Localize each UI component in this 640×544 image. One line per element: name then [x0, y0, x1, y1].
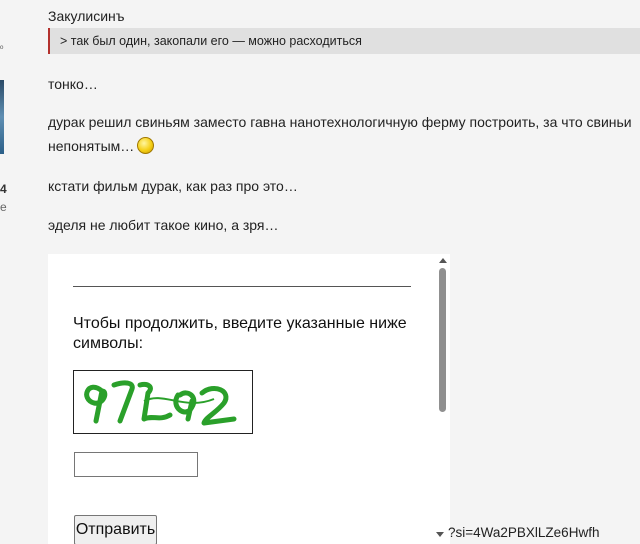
submit-button[interactable]: Отправить — [74, 515, 157, 544]
scrollbar[interactable] — [436, 254, 450, 544]
scrollbar-thumb[interactable] — [439, 268, 446, 412]
captcha-input[interactable] — [74, 452, 198, 477]
captcha-prompt: Чтобы продолжить, введите указанные ниже… — [73, 315, 407, 352]
message-line: кстати фильм дурак, как раз про это… — [48, 178, 298, 194]
message-text: непонятым… — [48, 138, 135, 154]
url-text: ?si=4Wa2PBXlLZe6Hwfh — [448, 525, 600, 540]
smiley-icon — [137, 137, 155, 154]
message-line: дурак решил свиньям заместо гавна наноте… — [48, 114, 632, 130]
sidebar-count: 4 — [0, 182, 7, 196]
message-line: тонко… — [48, 76, 98, 92]
post-author[interactable]: Закулисинъ — [48, 8, 125, 24]
captcha-frame: Чтобы продолжить, введите указанные ниже… — [48, 254, 450, 544]
divider — [73, 286, 411, 287]
quote-block: > так был один, закопали его — можно рас… — [48, 28, 640, 54]
sidebar-label: е — [0, 200, 7, 214]
captcha-glyphs — [84, 380, 237, 426]
avatar[interactable] — [0, 80, 4, 154]
scroll-up-arrow-icon[interactable] — [439, 258, 447, 263]
url-fragment: ?si=4Wa2PBXlLZe6Hwfh — [436, 525, 599, 540]
sidebar-edge: º 4 е — [0, 0, 14, 544]
sidebar-glyph: º — [0, 44, 4, 54]
message-line: эделя не любит такое кино, а зря… — [48, 217, 279, 233]
message-line: непонятым… — [48, 137, 155, 154]
captcha-image — [73, 370, 253, 434]
